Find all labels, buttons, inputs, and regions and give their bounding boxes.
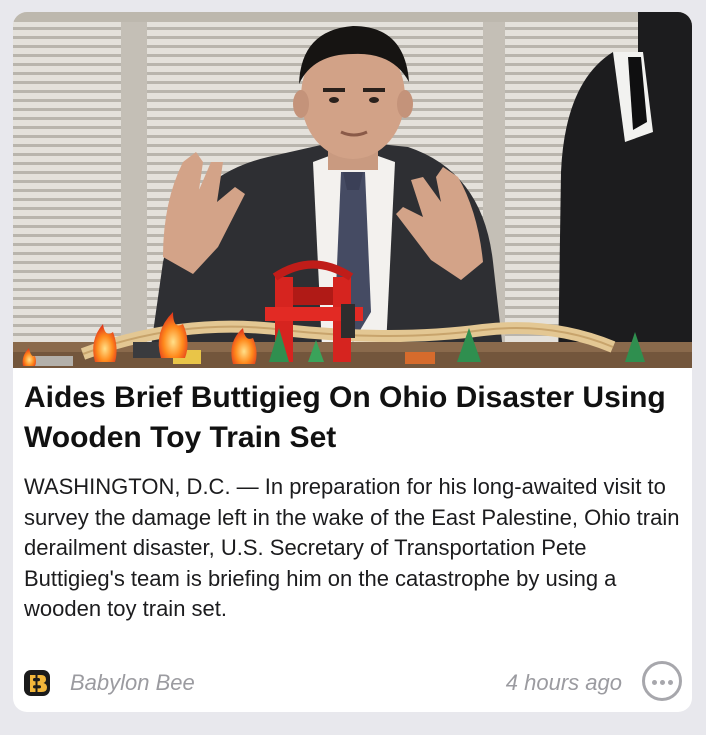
timestamp: 4 hours ago <box>505 670 622 695</box>
news-card[interactable]: Aides Brief Buttigieg On Ohio Disaster U… <box>13 12 692 712</box>
card-footer: Babylon Bee 4 hours ago <box>13 660 692 704</box>
ellipsis-circle-icon <box>651 679 657 685</box>
article-headline[interactable]: Aides Brief Buttigieg On Ohio Disaster U… <box>24 378 674 458</box>
ellipsis-dot <box>667 679 673 685</box>
more-options-button[interactable] <box>642 661 682 701</box>
article-photo <box>13 12 692 368</box>
article-summary: WASHINGTON, D.C. — In preparation for hi… <box>24 474 680 621</box>
article-image[interactable] <box>13 12 692 368</box>
babylon-bee-logo-icon <box>24 670 50 696</box>
source-name[interactable]: Babylon Bee <box>70 670 195 696</box>
ellipsis-dot <box>659 679 665 685</box>
